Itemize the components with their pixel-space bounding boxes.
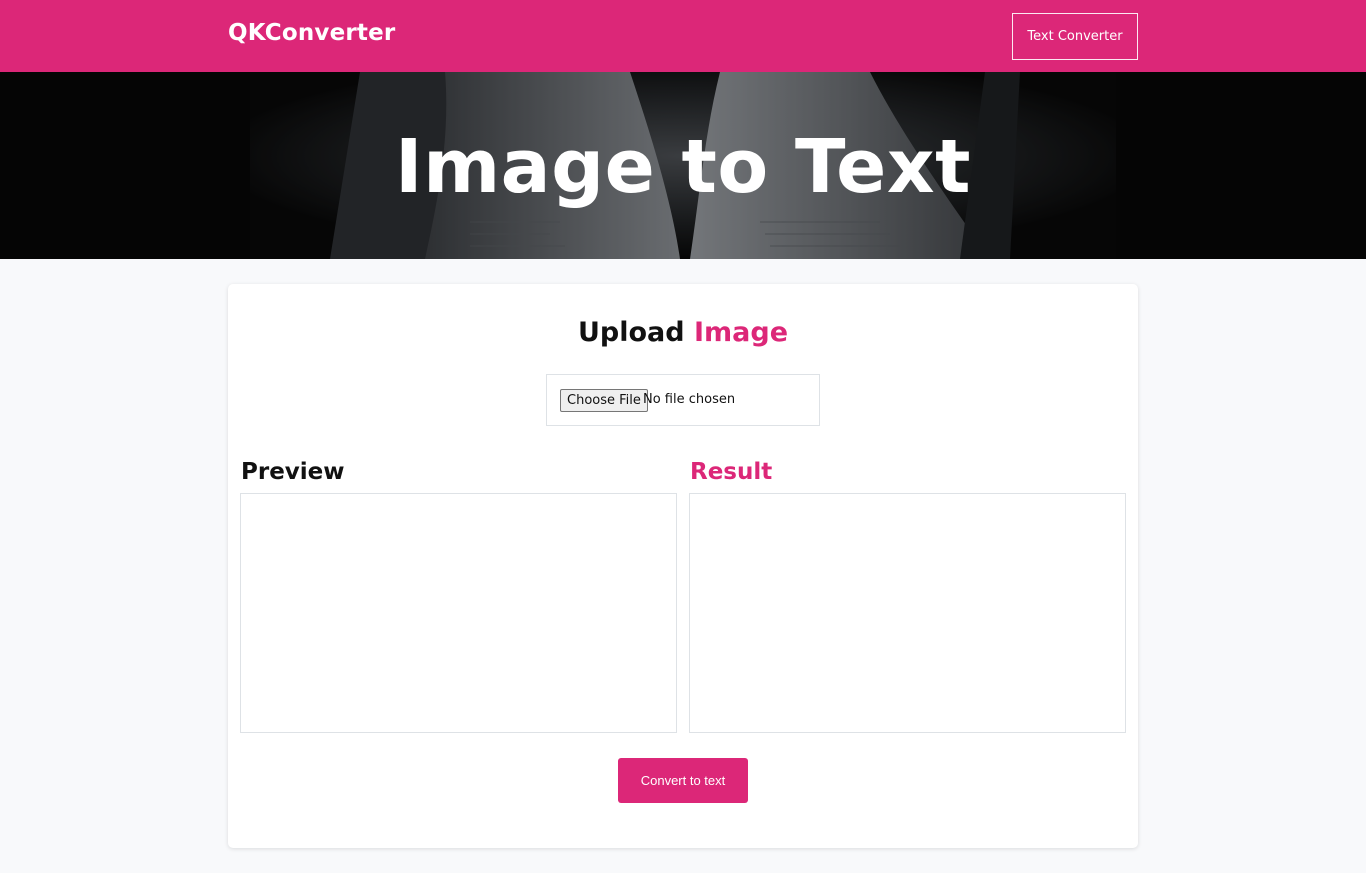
navbar: QKConverter Text Converter bbox=[0, 0, 1366, 72]
upload-heading-plain: Upload bbox=[577, 317, 685, 348]
file-status-text: No file chosen bbox=[643, 392, 736, 407]
result-label: Result bbox=[690, 459, 773, 485]
preview-label: Preview bbox=[241, 459, 345, 485]
hero-title: Image to Text bbox=[395, 124, 971, 210]
converter-card: Upload Image Choose File No file chosen … bbox=[228, 284, 1138, 848]
brand-logo[interactable]: QKConverter bbox=[228, 20, 395, 46]
hero-banner: Image to Text bbox=[0, 72, 1366, 259]
text-converter-button[interactable]: Text Converter bbox=[1012, 13, 1138, 60]
file-input-container: Choose File No file chosen bbox=[546, 374, 820, 426]
convert-to-text-button[interactable]: Convert to text bbox=[618, 758, 748, 803]
upload-heading: Upload Image bbox=[228, 315, 1138, 351]
result-textarea[interactable] bbox=[689, 493, 1126, 733]
preview-panel bbox=[240, 493, 677, 733]
choose-file-button[interactable]: Choose File bbox=[560, 389, 648, 412]
upload-heading-accent: Image bbox=[693, 317, 789, 348]
